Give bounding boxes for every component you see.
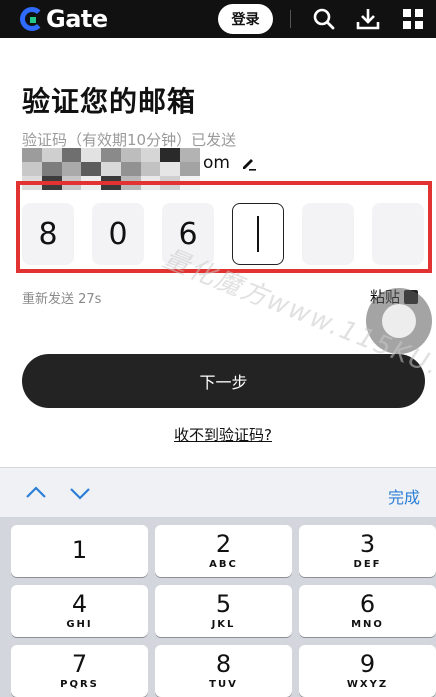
code-digit-box[interactable]: 6 <box>162 203 214 265</box>
key-number: 5 <box>215 590 232 618</box>
key-letters: JKL <box>211 619 236 630</box>
code-sent-subtitle: 验证码（有效期10分钟）已发送 <box>22 131 237 149</box>
chevron-down-icon[interactable] <box>68 481 92 505</box>
download-icon[interactable] <box>355 6 381 32</box>
key-4[interactable]: 4 GHI <box>11 585 148 637</box>
gate-logo-icon <box>20 7 44 31</box>
resend-countdown: 重新发送 27s <box>22 292 102 307</box>
key-letters: WXYZ <box>346 679 389 690</box>
key-7[interactable]: 7 PQRS <box>11 645 148 697</box>
key-5[interactable]: 5 JKL <box>155 585 292 637</box>
key-6[interactable]: 6 MNO <box>299 585 436 637</box>
chevron-up-icon[interactable] <box>24 481 48 505</box>
key-number: 3 <box>359 530 376 558</box>
assistive-touch-button[interactable] <box>366 288 432 354</box>
key-number: 8 <box>215 650 232 678</box>
code-digit-box-active[interactable] <box>232 203 284 265</box>
code-input-highlight <box>16 181 432 273</box>
key-1[interactable]: 1 <box>11 525 148 577</box>
key-number: 9 <box>359 650 376 678</box>
key-number: 1 <box>71 536 88 564</box>
text-caret <box>257 216 259 252</box>
key-9[interactable]: 9 WXYZ <box>299 645 436 697</box>
code-digit-box[interactable] <box>372 203 424 265</box>
key-8[interactable]: 8 TUV <box>155 645 292 697</box>
key-letters: DEF <box>353 559 382 570</box>
logo-text: Gate <box>46 5 108 33</box>
top-nav-bar: Gate 登录 <box>0 0 436 38</box>
key-number: 7 <box>71 650 88 678</box>
keyboard-toolbar <box>0 467 436 517</box>
key-letters: MNO <box>351 619 384 630</box>
key-number: 4 <box>71 590 88 618</box>
edit-pencil-icon[interactable] <box>241 155 257 171</box>
key-letters: TUV <box>209 679 238 690</box>
numeric-keypad: 1 2 ABC 3 DEF 4 GHI 5 JKL 6 MNO 7 PQRS 8… <box>0 517 436 697</box>
grid-menu-icon[interactable] <box>400 6 426 32</box>
key-2[interactable]: 2 ABC <box>155 525 292 577</box>
search-icon[interactable] <box>311 6 337 32</box>
code-digit-box[interactable]: 0 <box>92 203 144 265</box>
code-digit-box[interactable]: 8 <box>22 203 74 265</box>
key-3[interactable]: 3 DEF <box>299 525 436 577</box>
key-letters: ABC <box>209 559 238 570</box>
code-digit-box[interactable] <box>302 203 354 265</box>
page-title: 验证您的邮箱 <box>22 85 197 118</box>
keyboard-done-button[interactable]: 完成 <box>388 484 420 508</box>
key-letters: GHI <box>66 619 93 630</box>
login-button[interactable]: 登录 <box>218 4 273 34</box>
key-letters: PQRS <box>60 679 99 690</box>
next-step-button[interactable]: 下一步 <box>22 354 425 408</box>
nav-divider <box>290 10 291 28</box>
gate-logo[interactable]: Gate <box>20 4 108 34</box>
email-suffix: om <box>203 153 230 173</box>
key-number: 6 <box>359 590 376 618</box>
no-code-link[interactable]: 收不到验证码? <box>0 424 436 445</box>
key-number: 2 <box>215 530 232 558</box>
